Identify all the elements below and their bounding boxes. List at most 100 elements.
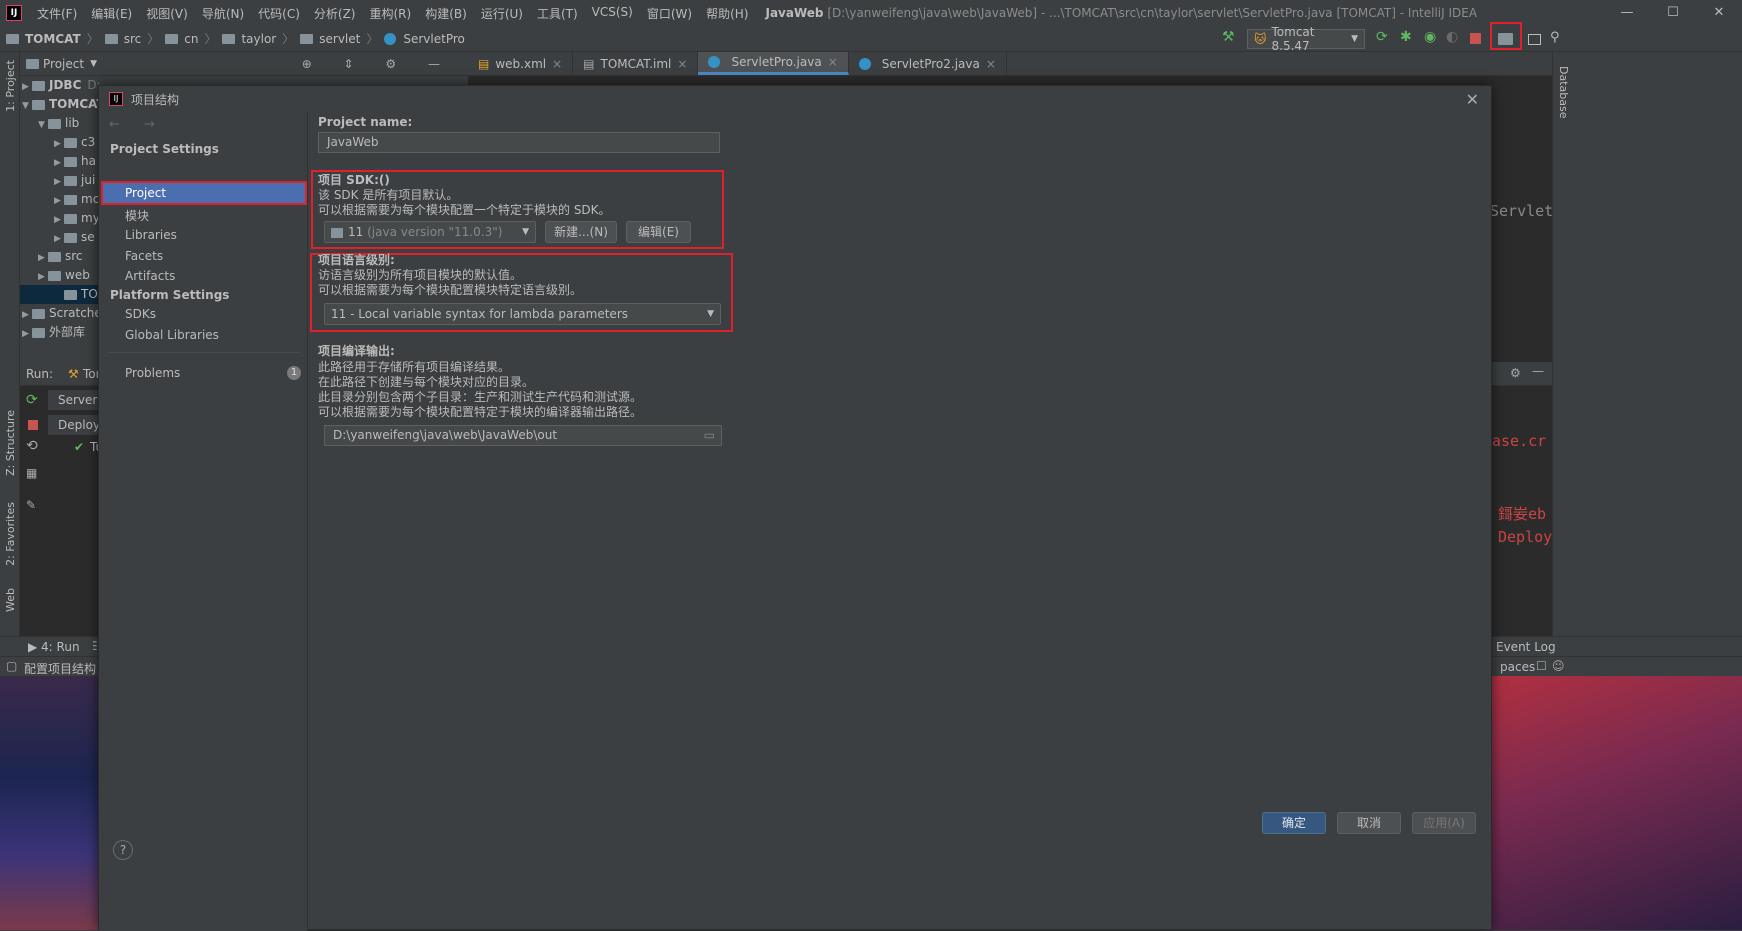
nav-global-libraries[interactable]: Global Libraries bbox=[125, 328, 219, 342]
dialog-close-icon[interactable]: ✕ bbox=[1466, 90, 1479, 109]
menu-item[interactable]: 分析(Z) bbox=[307, 5, 363, 22]
spaces-indicator[interactable]: paces bbox=[1500, 660, 1535, 674]
close-icon[interactable]: × bbox=[552, 57, 562, 71]
close-icon[interactable]: × bbox=[828, 55, 838, 69]
crumb-servletpro[interactable]: ServletPro bbox=[403, 32, 465, 46]
project-name-input[interactable]: JavaWeb bbox=[318, 132, 720, 153]
ok-button[interactable]: 确定 bbox=[1262, 812, 1326, 834]
menu-item[interactable]: 文件(F) bbox=[30, 5, 84, 22]
run-configuration-select[interactable]: 🐱 Tomcat 8.5.47 ▼ bbox=[1247, 25, 1365, 53]
sdk-select[interactable]: 11 (java version "11.0.3") ▼ bbox=[324, 221, 536, 243]
menu-item[interactable]: 视图(V) bbox=[139, 5, 195, 22]
coverage-icon[interactable]: ◉ bbox=[1424, 29, 1438, 45]
tool-favorites[interactable]: 2: Favorites bbox=[4, 502, 17, 566]
tab-tomcat-iml[interactable]: ▤ TOMCAT.iml × bbox=[573, 52, 699, 75]
tool-database[interactable]: Database bbox=[1557, 66, 1570, 119]
layout-icon[interactable] bbox=[1528, 34, 1541, 45]
crumb-src[interactable]: src bbox=[124, 32, 142, 46]
menu-item[interactable]: 窗口(W) bbox=[640, 5, 699, 22]
tool-web[interactable]: Web bbox=[4, 588, 17, 612]
tab-web-xml[interactable]: ▤ web.xml × bbox=[468, 52, 574, 75]
code-fragment: Servlet bbox=[1490, 202, 1554, 220]
close-icon[interactable]: × bbox=[677, 57, 687, 71]
profile-icon[interactable]: ◐ bbox=[1446, 29, 1460, 45]
nav-problems[interactable]: Problems bbox=[125, 366, 180, 380]
search-icon[interactable]: ⚲ bbox=[1550, 30, 1564, 45]
stop-icon[interactable] bbox=[28, 420, 38, 430]
browse-folder-icon[interactable]: ▭ bbox=[704, 426, 715, 445]
gear-icon[interactable]: ⚙ bbox=[1510, 366, 1521, 380]
deployment-tab[interactable]: Deploym bbox=[48, 415, 98, 435]
debug-bug-icon[interactable]: ✱ bbox=[1400, 29, 1414, 45]
menu-item[interactable]: 导航(N) bbox=[195, 5, 251, 22]
tab-servletpro2[interactable]: ServletPro2.java × bbox=[849, 52, 1007, 75]
window-toggle-icon[interactable]: ▢ bbox=[6, 659, 17, 673]
restart-icon[interactable]: ⟲ bbox=[26, 438, 38, 454]
right-tool-strip: Database bbox=[1552, 52, 1572, 656]
back-forward-icon[interactable]: ← → bbox=[109, 117, 165, 132]
tool-structure[interactable]: Z: Structure bbox=[4, 410, 17, 476]
menu-item[interactable]: 构建(B) bbox=[418, 5, 474, 22]
stop-icon[interactable] bbox=[1470, 33, 1481, 44]
project-structure-icon[interactable] bbox=[1498, 33, 1513, 45]
menu-item[interactable]: 编辑(E) bbox=[84, 5, 139, 22]
nav-modules[interactable]: 模块 bbox=[125, 207, 149, 224]
output-path-input[interactable]: D:\yanweifeng\java\web\JavaWeb\out ▭ bbox=[324, 425, 722, 446]
minimize-panel-icon[interactable]: — bbox=[1532, 364, 1544, 378]
layout-icon[interactable]: ▦ bbox=[26, 466, 37, 480]
tree-item-label: src bbox=[65, 249, 83, 263]
desktop-background-right bbox=[1492, 676, 1742, 930]
menu-item[interactable]: 代码(C) bbox=[251, 5, 307, 22]
folder-icon bbox=[165, 33, 179, 44]
pin-icon[interactable]: ✎ bbox=[26, 498, 36, 512]
rerun-icon[interactable]: ⟳ bbox=[26, 392, 38, 408]
event-log-tab[interactable]: Event Log bbox=[1496, 640, 1556, 654]
rerun-icon[interactable]: ⟳ bbox=[1376, 29, 1390, 45]
sdk-new-button[interactable]: 新建...(N) bbox=[545, 221, 617, 243]
close-icon[interactable]: × bbox=[986, 57, 996, 71]
crumb-servlet[interactable]: servlet bbox=[319, 32, 360, 46]
tree-item-label: JDBC bbox=[49, 78, 82, 92]
module-icon bbox=[6, 33, 19, 44]
menu-item[interactable]: 重构(R) bbox=[363, 5, 419, 22]
folder-icon bbox=[300, 33, 314, 44]
dialog-sidebar: ← → Project Settings Project 模块 Librarie… bbox=[99, 112, 308, 931]
sdk-edit-button[interactable]: 编辑(E) bbox=[626, 221, 691, 243]
language-level-select[interactable]: 11 - Local variable syntax for lambda pa… bbox=[324, 303, 721, 325]
nav-sdks[interactable]: SDKs bbox=[125, 307, 156, 321]
tool-project[interactable]: 1: Project bbox=[4, 60, 17, 112]
crumb-cn[interactable]: cn bbox=[184, 32, 198, 46]
lock-icon[interactable]: ☐ bbox=[1536, 659, 1547, 673]
close-button[interactable]: ✕ bbox=[1696, 0, 1742, 26]
cancel-button[interactable]: 取消 bbox=[1337, 812, 1401, 834]
build-hammer-icon[interactable]: ⚒ bbox=[1222, 29, 1236, 45]
help-button[interactable]: ? bbox=[113, 840, 133, 860]
notifications-icon[interactable]: ☺ bbox=[1552, 659, 1565, 673]
xml-file-icon: ▤ bbox=[478, 56, 490, 71]
panel-actions-icon[interactable]: ⊕ ⇕ ⚙ — bbox=[302, 57, 454, 71]
menu-item[interactable]: VCS(S) bbox=[585, 5, 640, 22]
project-panel-header: Project ▼ ⊕ ⇕ ⚙ — bbox=[20, 52, 468, 76]
tree-item-label: Scratche bbox=[49, 306, 102, 320]
chevron-down-icon[interactable]: ▼ bbox=[90, 59, 97, 69]
menu-item[interactable]: 帮助(H) bbox=[699, 5, 755, 22]
nav-facets[interactable]: Facets bbox=[125, 249, 163, 263]
class-icon bbox=[708, 56, 721, 68]
crumb-tomcat[interactable]: TOMCAT bbox=[25, 32, 81, 46]
menu-item[interactable]: 工具(T) bbox=[530, 5, 585, 22]
nav-artifacts[interactable]: Artifacts bbox=[125, 269, 175, 283]
crumb-taylor[interactable]: taylor bbox=[241, 32, 276, 46]
output-label: 项目编译输出: bbox=[318, 344, 395, 358]
tree-arrow-icon[interactable]: ▶ bbox=[22, 325, 32, 344]
minimize-button[interactable]: — bbox=[1604, 0, 1650, 26]
run-tool-tab[interactable]: ▶ 4: Run bbox=[28, 640, 80, 654]
nav-libraries[interactable]: Libraries bbox=[125, 228, 177, 242]
maximize-button[interactable]: ☐ bbox=[1650, 0, 1696, 26]
server-tab[interactable]: Server bbox=[48, 390, 98, 410]
apply-button[interactable]: 应用(A) bbox=[1412, 812, 1476, 834]
chevron-down-icon: ▼ bbox=[522, 227, 529, 237]
menu-item[interactable]: 运行(U) bbox=[474, 5, 530, 22]
tree-item-label: lib bbox=[65, 116, 80, 130]
nav-project[interactable]: Project bbox=[125, 186, 166, 200]
tab-servletpro[interactable]: ServletPro.java × bbox=[698, 52, 849, 75]
